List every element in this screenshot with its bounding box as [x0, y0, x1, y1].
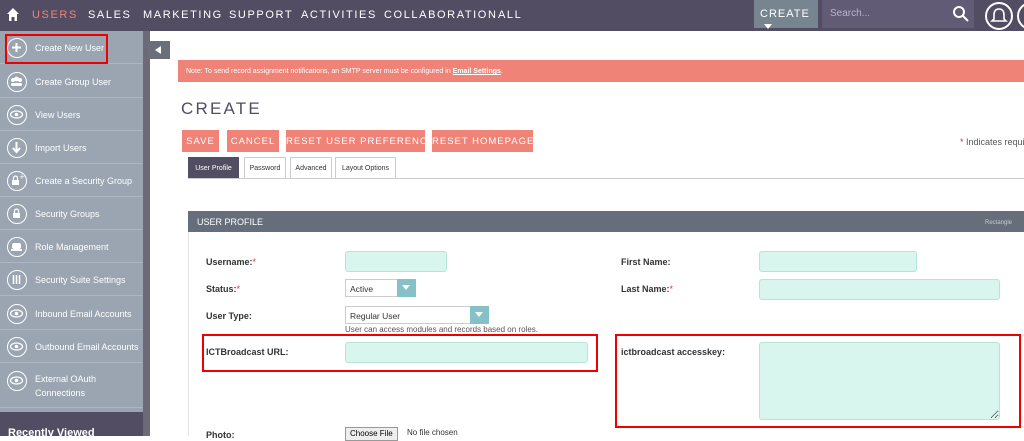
sidebar-item-import-users[interactable]: Import Users — [0, 131, 143, 164]
settings-bars-icon — [7, 270, 27, 290]
choose-file-button[interactable]: Choose File — [345, 427, 398, 441]
sidebar-item-label: Role Management — [35, 242, 109, 252]
tab-underline — [188, 178, 1024, 179]
tab-layout-options[interactable]: Layout Options — [335, 157, 396, 179]
sidebar-item-create-group-user[interactable]: Create Group User — [0, 65, 143, 98]
sidebar-item-role-management[interactable]: Role Management — [0, 230, 143, 263]
sidebar-item-label: Import Users — [35, 143, 87, 153]
highlight-box-ictbroadcast-accesskey — [615, 334, 1021, 428]
last-name-field[interactable] — [759, 279, 1000, 300]
status-label-text: Status: — [206, 284, 237, 294]
svg-text:+: + — [19, 173, 25, 181]
required-note: * Indicates requi — [960, 137, 1024, 147]
highlight-box-ictbroadcast-url — [202, 334, 598, 372]
status-select[interactable]: Active — [345, 279, 416, 297]
username-label-text: Username: — [206, 257, 253, 267]
smtp-notice: Note: To send record assignment notifica… — [178, 60, 1024, 82]
required-star: * — [252, 257, 257, 267]
notification-bell-icon[interactable] — [985, 2, 1013, 30]
last-name-label: Last Name:* — [621, 284, 673, 294]
sidebar-item-inbound-email-accounts[interactable]: Inbound Email Accounts — [0, 297, 143, 330]
panel-title: USER PROFILE — [197, 217, 264, 227]
tab-user-profile[interactable]: User Profile — [188, 157, 239, 179]
required-star: * — [236, 284, 241, 294]
search-input[interactable] — [822, 0, 932, 19]
sidebar-item-security-suite-settings[interactable]: Security Suite Settings — [0, 263, 143, 296]
required-star: * — [669, 284, 674, 294]
eye-icon — [7, 337, 27, 357]
nav-users[interactable]: USERS — [32, 9, 78, 21]
user-avatar-icon[interactable] — [1017, 2, 1024, 30]
status-label: Status:* — [206, 284, 240, 294]
nav-all[interactable]: ALL — [498, 9, 522, 21]
username-label: Username:* — [206, 257, 256, 267]
reset-user-preferences-button[interactable]: RESET USER PREFERENCES — [286, 130, 441, 152]
tab-advanced[interactable]: Advanced — [290, 157, 332, 179]
username-field[interactable] — [345, 251, 447, 272]
sidebar-item-label: Security Suite Settings — [35, 275, 126, 285]
eye-icon — [7, 105, 27, 125]
sidebar-item-view-users[interactable]: View Users — [0, 98, 143, 131]
required-note-text: Indicates requi — [966, 137, 1024, 147]
last-name-label-text: Last Name: — [621, 284, 670, 294]
create-dropdown-button[interactable]: CREATE — [754, 0, 818, 29]
first-name-label: First Name: — [621, 257, 671, 267]
tab-password[interactable]: Password — [244, 157, 286, 179]
photo-label: Photo: — [206, 430, 235, 440]
group-icon — [7, 72, 27, 92]
chevron-down-icon — [470, 306, 489, 324]
user-type-select[interactable]: Regular User — [345, 306, 489, 324]
save-button[interactable]: SAVE — [182, 130, 219, 152]
nav-marketing[interactable]: MARKETING — [143, 9, 223, 21]
required-star: * — [960, 137, 964, 147]
lock-plus-icon: + — [7, 171, 27, 191]
sidebar-item-label: Create a Security Group — [35, 176, 133, 186]
eye-icon — [7, 371, 27, 391]
lock-icon — [7, 204, 27, 224]
sidebar-item-external-oauth-connections[interactable]: External OAuth Connections — [0, 364, 143, 408]
sidebar-item-security-groups[interactable]: Security Groups — [0, 197, 143, 230]
user-profile-panel-header: USER PROFILE — [188, 211, 1024, 232]
user-type-hint: User can access modules and records base… — [345, 325, 538, 334]
recently-viewed-header: Recently Viewed — [0, 412, 143, 439]
user-type-label: User Type: — [206, 311, 252, 321]
eye-icon — [7, 304, 27, 324]
top-navigation: USERS SALES MARKETING SUPPORT ACTIVITIES… — [0, 0, 1024, 31]
create-label: CREATE — [760, 8, 810, 20]
sidebar-item-create-security-group[interactable]: + Create a Security Group — [0, 164, 143, 197]
nav-sales[interactable]: SALES — [88, 9, 131, 21]
sidebar-item-label: External OAuth Connections — [35, 374, 97, 398]
cancel-button[interactable]: CANCEL — [227, 130, 279, 152]
sidebar: Create New User Create Group User View U… — [0, 31, 143, 439]
nav-activities[interactable]: ACTIVITIES — [301, 9, 377, 21]
caret-down-icon — [764, 23, 772, 29]
nav-collaboration[interactable]: COLLABORATION — [384, 9, 498, 21]
notice-text: Note: To send record assignment notifica… — [186, 68, 453, 75]
panel-right-text: Rectangle — [985, 220, 1013, 226]
highlight-box-create-new-user — [5, 34, 108, 64]
sidebar-item-label: View Users — [35, 110, 81, 120]
page-title: CREATE — [181, 99, 262, 118]
sidebar-item-label: Security Groups — [35, 209, 100, 219]
user-type-value: Regular User — [350, 311, 401, 321]
reset-homepage-button[interactable]: RESET HOMEPAGE — [432, 130, 533, 152]
sidebar-item-outbound-email-accounts[interactable]: Outbound Email Accounts — [0, 330, 143, 363]
collapse-sidebar-button[interactable] — [148, 41, 170, 59]
sidebar-item-label: Create Group User — [35, 77, 112, 87]
first-name-field[interactable] — [759, 251, 917, 272]
sidebar-item-label: Outbound Email Accounts — [35, 342, 139, 352]
home-icon[interactable] — [6, 7, 20, 23]
notice-end: . — [500, 68, 503, 75]
status-value: Active — [350, 284, 374, 294]
chevron-down-icon — [397, 279, 416, 297]
email-settings-link[interactable]: Email Settings — [453, 68, 501, 75]
sidebar-divider — [143, 31, 150, 436]
nav-support[interactable]: SUPPORT — [229, 9, 293, 21]
role-icon — [7, 237, 27, 257]
search-icon[interactable] — [952, 5, 970, 23]
sidebar-item-label: Inbound Email Accounts — [35, 309, 132, 319]
recently-viewed-label: Recently Viewed — [8, 427, 95, 439]
download-arrow-icon — [7, 138, 27, 158]
